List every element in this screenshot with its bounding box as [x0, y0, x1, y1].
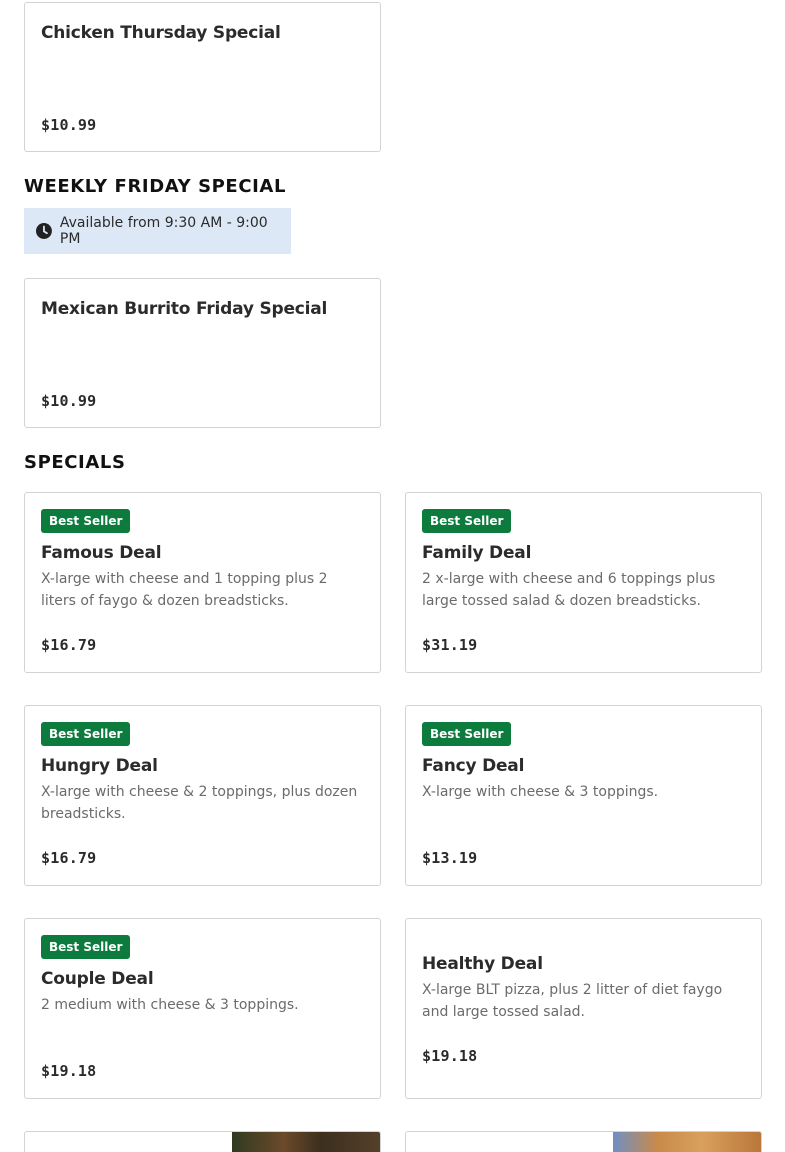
menu-item-description: X-large with cheese & 2 toppings, plus d… [41, 784, 358, 822]
menu-item-card[interactable] [24, 1131, 381, 1152]
menu-item-price: $19.18 [422, 1047, 478, 1065]
best-seller-badge: Best Seller [41, 935, 131, 959]
menu-item-name: Mexican Burrito Friday Special [41, 299, 328, 319]
section-heading: WEEKLY FRIDAY SPECIAL [24, 176, 287, 197]
menu-item-card[interactable]: Best Seller Hungry Deal X-large with che… [24, 705, 381, 886]
availability-banner: Available from 9:30 AM - 9:00 PM [24, 208, 291, 254]
availability-text: Available from 9:30 AM - 9:00 PM [59, 215, 268, 247]
menu-item-card[interactable]: Best Seller Fancy Deal X-large with chee… [405, 705, 762, 886]
menu-item-name: Family Deal [422, 543, 532, 563]
menu-item-name: Couple Deal [41, 969, 154, 989]
menu-item-price: $13.19 [422, 849, 478, 867]
menu-item-card[interactable]: Best Seller Couple Deal 2 medium with ch… [24, 918, 381, 1099]
menu-item-description: X-large BLT pizza, plus 2 litter of diet… [422, 982, 723, 1020]
menu-item-card[interactable]: Best Seller Famous Deal X-large with che… [24, 492, 381, 673]
menu-item-name: Hungry Deal [41, 756, 158, 776]
menu-item-price: $31.19 [422, 636, 478, 654]
best-seller-badge: Best Seller [422, 722, 512, 746]
menu-item-price: $10.99 [41, 392, 97, 410]
menu-item-description: X-large with cheese and 1 topping plus 2… [41, 571, 328, 609]
menu-item-photo [613, 1132, 761, 1152]
best-seller-badge: Best Seller [41, 722, 131, 746]
menu-item-card[interactable]: Healthy Deal X-large BLT pizza, plus 2 l… [405, 918, 762, 1099]
menu-item-price: $16.79 [41, 636, 97, 654]
menu-item-price: $10.99 [41, 116, 97, 134]
best-seller-badge: Best Seller [422, 509, 512, 533]
menu-item-name: Chicken Thursday Special [41, 23, 281, 43]
menu-item-card[interactable] [405, 1131, 762, 1152]
menu-item-description: 2 x-large with cheese and 6 toppings plu… [422, 571, 716, 609]
best-seller-badge: Best Seller [41, 509, 131, 533]
menu-item-card[interactable]: Mexican Burrito Friday Special $10.99 [24, 278, 381, 428]
menu-item-name: Famous Deal [41, 543, 162, 563]
menu-item-card[interactable]: Best Seller Family Deal 2 x-large with c… [405, 492, 762, 673]
menu-item-card[interactable]: Chicken Thursday Special $10.99 [24, 2, 381, 152]
menu-item-name: Fancy Deal [422, 756, 525, 776]
menu-item-price: $19.18 [41, 1062, 97, 1080]
clock-icon [36, 223, 52, 239]
section-heading: SPECIALS [24, 452, 126, 473]
menu-item-photo [232, 1132, 380, 1152]
menu-item-description: 2 medium with cheese & 3 toppings. [41, 997, 299, 1013]
menu-item-description: X-large with cheese & 3 toppings. [422, 784, 659, 800]
menu-item-price: $16.79 [41, 849, 97, 867]
menu-item-name: Healthy Deal [422, 954, 543, 974]
